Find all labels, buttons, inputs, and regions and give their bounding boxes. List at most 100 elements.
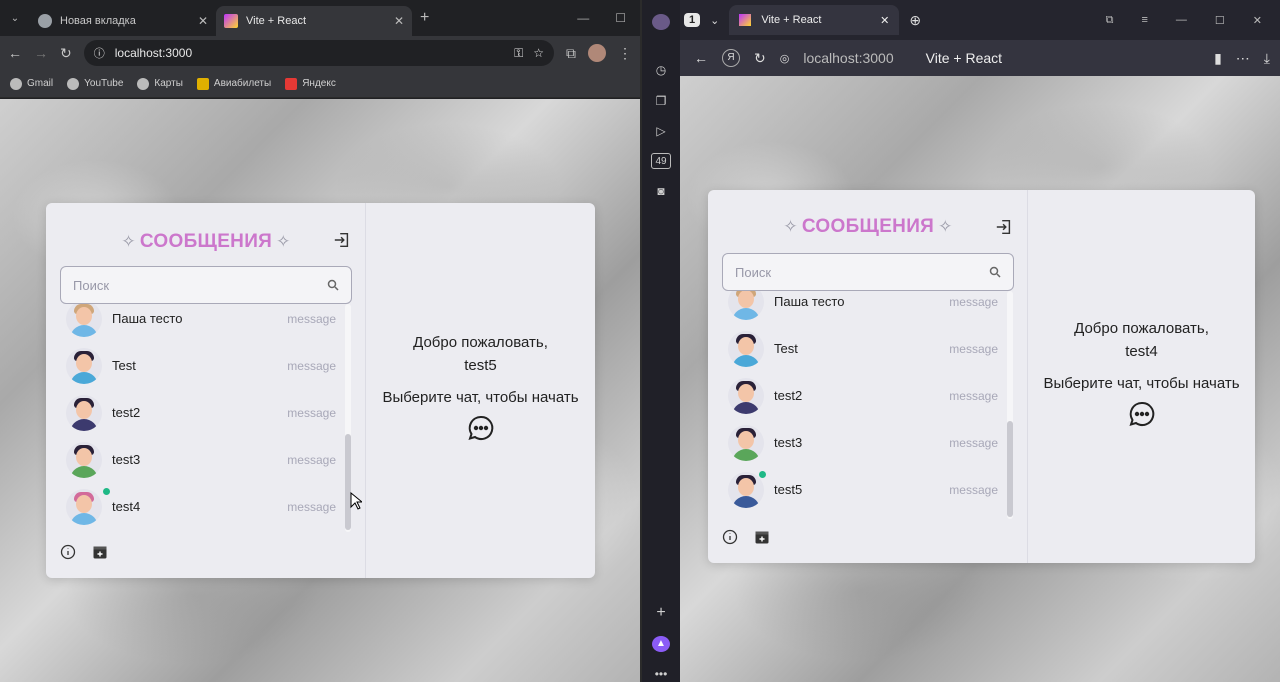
menu-icon[interactable]: ⋮ <box>618 45 632 62</box>
bookmark-star-icon[interactable]: ☆ <box>533 46 544 60</box>
globe-icon <box>10 77 22 90</box>
logout-icon[interactable] <box>995 218 1013 236</box>
list-item[interactable]: test2 message <box>60 389 344 436</box>
bookmark-flights[interactable]: Авиабилеты <box>196 77 272 90</box>
url-text[interactable]: localhost:3000 <box>803 50 893 66</box>
back-icon[interactable]: ← <box>694 50 708 66</box>
download-icon[interactable]: ⤓ <box>1264 50 1270 67</box>
welcome-panel: Добро пожаловать, test5 Выберите чат, чт… <box>366 203 595 578</box>
yandex-tab-strip: 1 ⌄ Vite + React ✕ ⊕ ⧉ ≡ — ☐ ✕ <box>680 0 1280 40</box>
new-tab-icon[interactable]: ⊕ <box>909 12 921 29</box>
search-field[interactable] <box>73 277 327 293</box>
tab-search-icon[interactable]: ⌄ <box>0 13 30 24</box>
bookmark-label: YouTube <box>84 78 124 89</box>
bookmark-yandex[interactable]: Яндекс <box>285 77 336 90</box>
tab-counter[interactable]: 1 <box>684 13 701 27</box>
bookmark-label: Авиабилеты <box>213 78 272 89</box>
title-text: СООБЩЕНИЯ <box>801 216 935 237</box>
bookmark-maps[interactable]: Карты <box>137 77 183 90</box>
scrollbar[interactable] <box>1007 291 1013 519</box>
screenshot-icon[interactable]: ◙ <box>652 183 670 199</box>
list-item[interactable]: Паша тесто message <box>60 304 344 342</box>
chat-bubble-icon <box>1128 401 1154 427</box>
site-info-icon[interactable]: ⓘ <box>94 45 105 61</box>
scrollbar-thumb[interactable] <box>1007 421 1013 517</box>
user-list: Паша тесто message Test message test2 me… <box>60 304 344 532</box>
close-tab-icon[interactable]: ✕ <box>880 14 889 27</box>
search-field[interactable] <box>735 264 989 280</box>
tab-new-tab[interactable]: Новая вкладка ✕ <box>30 6 216 36</box>
list-item[interactable]: test2 message <box>722 372 1006 419</box>
vite-favicon-icon <box>224 14 238 28</box>
avatar <box>66 394 102 431</box>
back-icon[interactable]: ← <box>8 45 22 61</box>
forward-icon[interactable]: → <box>34 45 48 61</box>
tab-label: Vite + React <box>761 14 822 26</box>
new-tab-icon[interactable]: + <box>420 9 429 27</box>
plane-icon <box>196 77 209 90</box>
minimize-icon[interactable]: — <box>1176 14 1187 27</box>
menu-icon[interactable]: ≡ <box>1141 14 1147 27</box>
profile-avatar[interactable] <box>652 14 670 31</box>
address-bar[interactable]: ⓘ localhost:3000 ⚿ ☆ <box>83 40 554 66</box>
list-item[interactable]: Паша тесто message <box>722 291 1006 325</box>
yandex-icon <box>285 77 298 90</box>
user-name: test5 <box>774 482 803 497</box>
notifications-badge[interactable]: 49 <box>651 152 671 170</box>
chevron-down-icon[interactable]: ⌄ <box>710 14 719 27</box>
calendar-add-icon[interactable] <box>754 529 770 545</box>
reload-icon[interactable]: ↻ <box>60 45 72 62</box>
search-icon[interactable] <box>327 279 339 291</box>
avatar <box>728 291 764 320</box>
add-panel-icon[interactable]: + <box>652 604 670 622</box>
tab-vite-react[interactable]: Vite + React ✕ <box>729 5 900 35</box>
list-item[interactable]: test3 message <box>60 436 344 483</box>
user-name: test3 <box>112 452 141 467</box>
more-icon[interactable]: ⋯ <box>1236 50 1250 67</box>
bookmark-youtube[interactable]: YouTube <box>67 77 124 90</box>
chrome-toolbar: ← → ↻ ⓘ localhost:3000 ⚿ ☆ ⧉ ⋮ <box>0 36 640 70</box>
bookmarks-panel-icon[interactable]: ⧉ <box>1106 14 1114 27</box>
info-icon[interactable] <box>60 544 76 560</box>
info-icon[interactable] <box>722 529 738 545</box>
more-icon[interactable]: ••• <box>652 666 670 682</box>
close-tab-icon[interactable]: ✕ <box>198 14 208 28</box>
bookmark-label: Gmail <box>27 78 54 89</box>
user-name: Test <box>774 341 798 356</box>
yandex-logo-icon[interactable]: Я <box>722 49 740 67</box>
maximize-icon[interactable]: ☐ <box>615 11 626 25</box>
alice-icon[interactable]: ▲ <box>652 635 670 652</box>
collections-icon[interactable]: ❐ <box>652 92 670 108</box>
history-icon[interactable]: ◷ <box>652 62 670 78</box>
close-window-icon[interactable]: ✕ <box>1253 14 1262 27</box>
close-tab-icon[interactable]: ✕ <box>394 14 404 28</box>
sparkle-icon: ✧ <box>938 217 953 236</box>
search-input[interactable] <box>722 253 1014 291</box>
bookmark-gmail[interactable]: Gmail <box>10 77 54 90</box>
list-item[interactable]: Test message <box>60 342 344 389</box>
site-info-icon[interactable]: ◎ <box>780 52 790 65</box>
extensions-icon[interactable]: ⧉ <box>566 45 576 62</box>
user-name: Test <box>112 358 136 373</box>
list-item[interactable]: test5 message <box>722 466 1006 513</box>
search-icon[interactable] <box>989 266 1001 278</box>
last-message: message <box>949 435 998 450</box>
minimize-icon[interactable]: — <box>577 11 589 25</box>
password-key-icon[interactable]: ⚿ <box>514 46 523 61</box>
maximize-icon[interactable]: ☐ <box>1215 14 1225 27</box>
list-item[interactable]: Test message <box>722 325 1006 372</box>
bookmark-icon[interactable]: ▮ <box>1214 50 1222 67</box>
bookmarks-bar: Gmail YouTube Карты Авиабилеты Яндекс <box>0 70 640 98</box>
play-icon[interactable]: ▷ <box>652 123 670 139</box>
scrollbar-thumb[interactable] <box>345 434 351 530</box>
list-item[interactable]: test3 message <box>722 419 1006 466</box>
user-name: test2 <box>112 405 141 420</box>
reload-icon[interactable]: ↻ <box>754 50 766 67</box>
last-message: message <box>287 499 336 514</box>
list-item[interactable]: test4 message <box>60 483 344 530</box>
search-input[interactable] <box>60 266 352 304</box>
logout-icon[interactable] <box>333 231 351 249</box>
calendar-add-icon[interactable] <box>92 544 108 560</box>
profile-avatar[interactable] <box>588 44 606 62</box>
tab-vite-react[interactable]: Vite + React ✕ <box>216 6 412 36</box>
